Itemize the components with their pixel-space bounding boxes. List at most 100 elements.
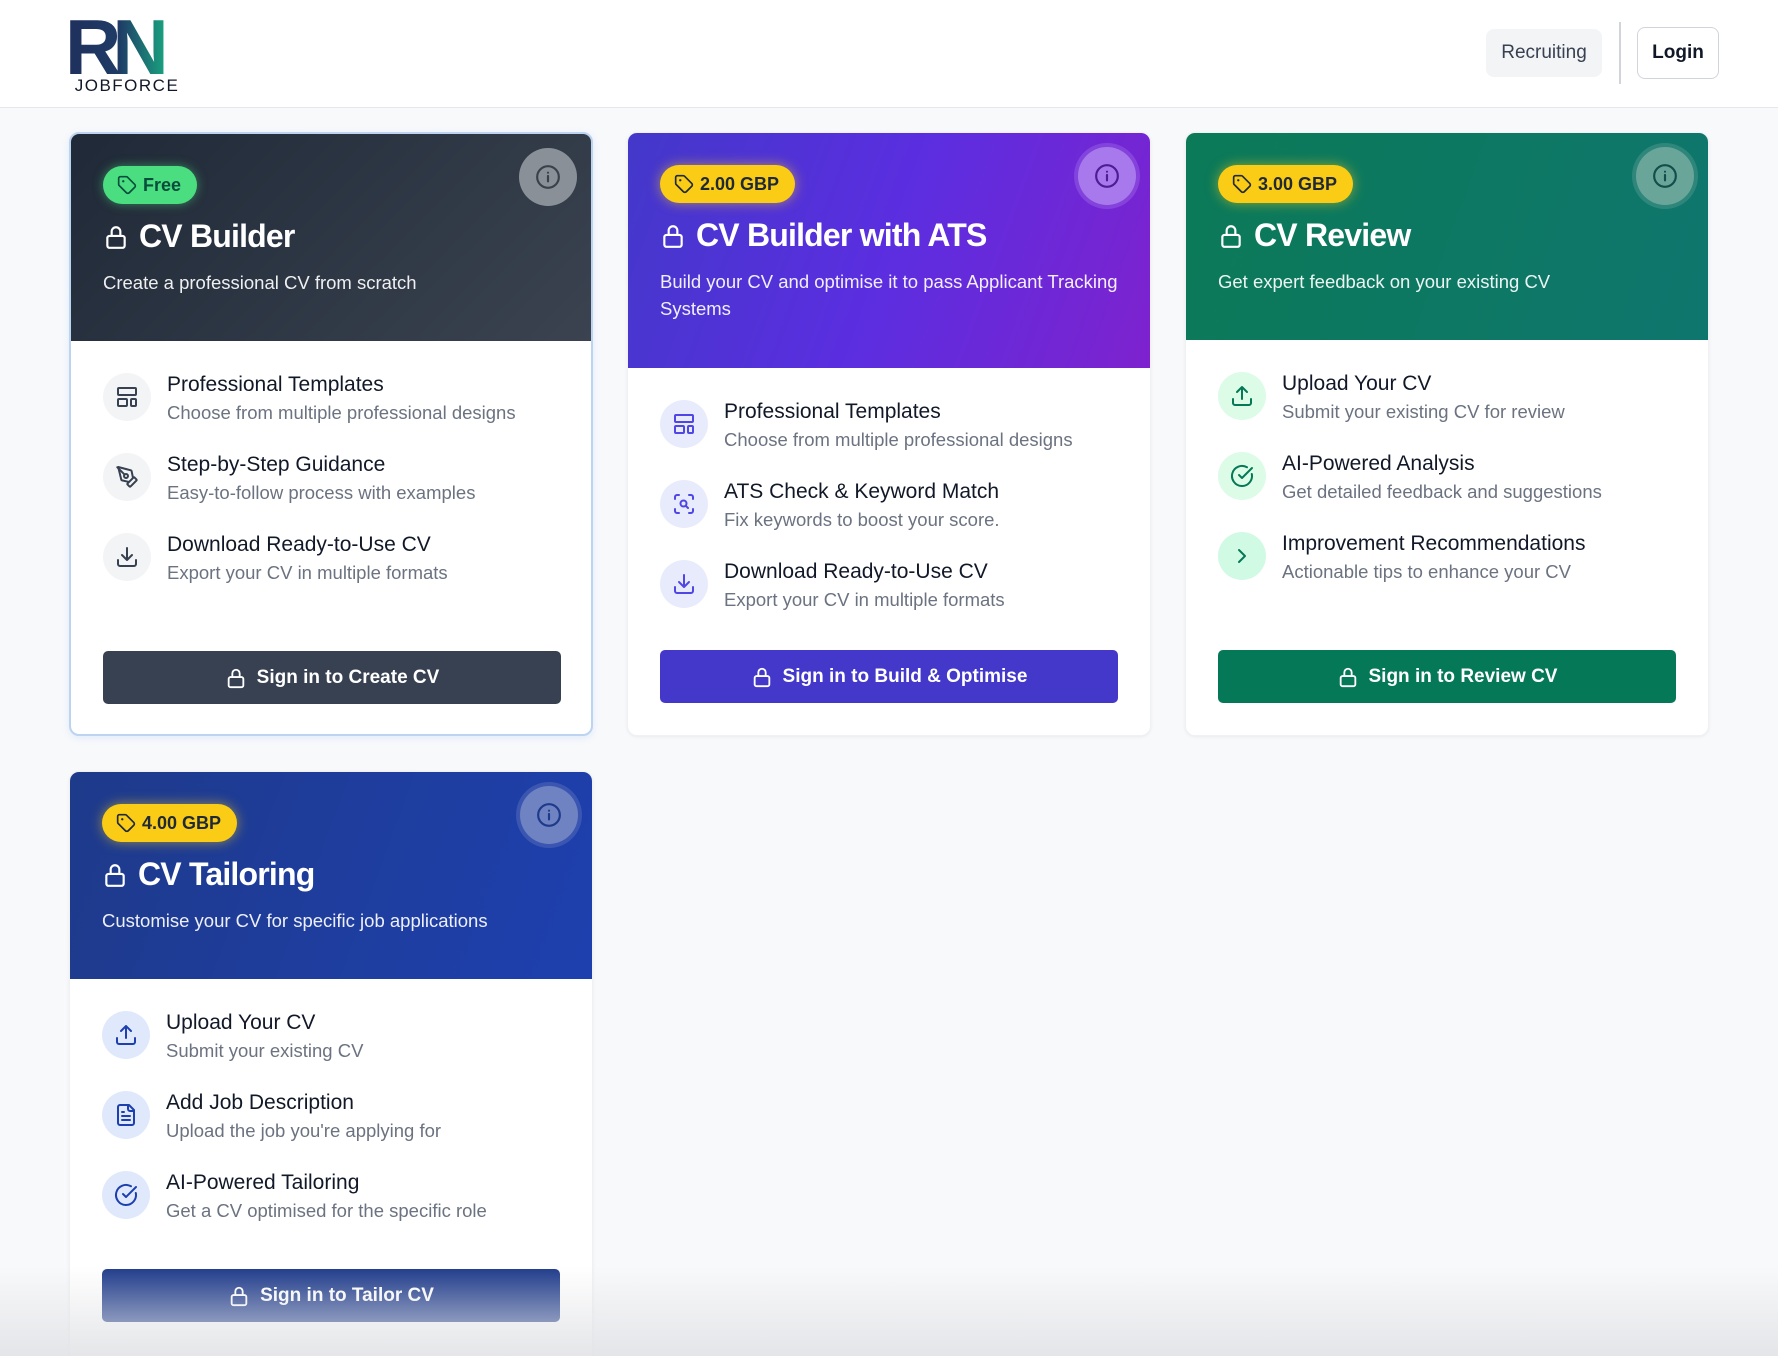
feature-desc: Choose from multiple professional design…: [724, 429, 1073, 450]
feature-item: Step-by-Step Guidance Easy-to-follow pro…: [103, 451, 559, 531]
nav-divider: [1619, 22, 1621, 84]
feature-title: Upload Your CV: [1282, 372, 1432, 395]
feature-list: Professional Templates Choose from multi…: [71, 341, 591, 611]
feature-title: Professional Templates: [167, 373, 384, 396]
download-icon: [660, 560, 708, 608]
tag-icon: [117, 175, 137, 195]
logo-letters: RN: [68, 14, 164, 76]
feature-desc: Export your CV in multiple formats: [167, 562, 448, 583]
feature-desc: Export your CV in multiple formats: [724, 589, 1005, 610]
cv-tailoring-card[interactable]: 4.00 GBP CV Tailoring Customise your CV …: [69, 771, 593, 1356]
upload-icon: [1218, 372, 1266, 420]
feature-item: Add Job Description Upload the job you'r…: [102, 1089, 560, 1169]
feature-desc: Upload the job you're applying for: [166, 1120, 442, 1141]
nav-recruiting-button[interactable]: Recruiting: [1486, 29, 1602, 77]
logo-mark: RN: [68, 14, 173, 76]
lock-icon: [102, 862, 128, 888]
cv-builder-ats-card[interactable]: 2.00 GBP CV Builder with ATS Build your …: [627, 132, 1151, 736]
info-icon: [1652, 163, 1678, 189]
price-badge: 4.00 GBP: [102, 804, 238, 842]
cta-label: Sign in to Build & Optimise: [782, 665, 1028, 687]
file-text-icon: [102, 1091, 150, 1139]
nav-login-button[interactable]: Login: [1637, 27, 1719, 79]
cv-builder-card[interactable]: Free CV Builder Create a professional CV…: [69, 132, 593, 736]
info-button[interactable]: [520, 786, 578, 844]
feature-title: AI-Powered Analysis: [1282, 452, 1475, 475]
info-button[interactable]: [519, 148, 577, 206]
tag-icon: [674, 174, 694, 194]
card-subtitle: Customise your CV for specific job appli…: [102, 910, 488, 931]
price-badge-label: Free: [143, 174, 182, 195]
upload-icon: [102, 1011, 150, 1059]
feature-item: Professional Templates Choose from multi…: [103, 371, 559, 451]
feature-desc: Fix keywords to boost your score.: [724, 509, 1000, 530]
feature-list: Upload Your CV Submit your existing CV f…: [1186, 340, 1708, 610]
check-circle-icon: [1218, 452, 1266, 500]
feature-list: Professional Templates Choose from multi…: [628, 368, 1150, 638]
info-icon: [535, 164, 561, 190]
cv-review-card[interactable]: 3.00 GBP CV Review Get expert feedback o…: [1185, 132, 1709, 736]
lock-icon: [1337, 666, 1359, 688]
feature-title: ATS Check & Keyword Match: [724, 480, 1000, 503]
feature-item: Improvement Recommendations Actionable t…: [1218, 530, 1676, 610]
feature-item: AI-Powered Tailoring Get a CV optimised …: [102, 1169, 560, 1249]
cta-label: Sign in to Review CV: [1368, 665, 1558, 687]
feature-list: Upload Your CV Submit your existing CV A…: [70, 979, 592, 1249]
jobforce-logo[interactable]: RN JOBFORCE: [68, 14, 188, 95]
sign-in-review-cv-button[interactable]: Sign in to Review CV: [1218, 650, 1676, 703]
feature-desc: Actionable tips to enhance your CV: [1282, 561, 1571, 582]
chevron-right-icon: [1218, 532, 1266, 580]
card-title-text: CV Tailoring: [138, 856, 315, 892]
feature-item: Upload Your CV Submit your existing CV f…: [1218, 370, 1676, 450]
card-title-text: CV Builder with ATS: [696, 217, 987, 253]
feature-desc: Submit your existing CV for review: [1282, 401, 1565, 422]
layout-template-icon: [660, 400, 708, 448]
feature-title: Improvement Recommendations: [1282, 532, 1586, 555]
feature-desc: Get a CV optimised for the specific role: [166, 1200, 487, 1221]
layout-template-icon: [103, 373, 151, 421]
feature-title: AI-Powered Tailoring: [166, 1171, 360, 1194]
feature-title: Upload Your CV: [166, 1011, 316, 1034]
card-title-text: CV Builder: [139, 218, 295, 254]
lock-icon: [103, 224, 129, 250]
lock-icon: [228, 1285, 250, 1307]
price-badge-label: 2.00 GBP: [700, 173, 780, 194]
tag-icon: [116, 813, 136, 833]
lock-icon: [660, 223, 686, 249]
tag-icon: [1232, 174, 1252, 194]
feature-item: Download Ready-to-Use CV Export your CV …: [103, 531, 559, 611]
card-subtitle: Get expert feedback on your existing CV: [1218, 271, 1551, 292]
card-title-text: CV Review: [1254, 217, 1411, 253]
top-header: RN JOBFORCE Recruiting Login: [0, 0, 1778, 108]
download-icon: [103, 533, 151, 581]
card-subtitle: Build your CV and optimise it to pass Ap…: [660, 271, 1118, 319]
card-title: CV Builder with ATS: [660, 217, 1118, 254]
sign-in-tailor-cv-button[interactable]: Sign in to Tailor CV: [102, 1269, 560, 1322]
info-button[interactable]: [1078, 147, 1136, 205]
info-button[interactable]: [1636, 147, 1694, 205]
lock-icon: [225, 667, 247, 689]
cta-label: Sign in to Tailor CV: [260, 1284, 434, 1306]
feature-item: Download Ready-to-Use CV Export your CV …: [660, 558, 1118, 638]
price-badge: 3.00 GBP: [1218, 165, 1354, 203]
card-header: 3.00 GBP CV Review Get expert feedback o…: [1186, 133, 1708, 340]
price-badge: 2.00 GBP: [660, 165, 796, 203]
feature-title: Step-by-Step Guidance: [167, 453, 386, 476]
lock-icon: [1218, 223, 1244, 249]
sign-in-create-cv-button[interactable]: Sign in to Create CV: [103, 651, 561, 704]
card-title: CV Review: [1218, 217, 1676, 254]
price-badge-label: 3.00 GBP: [1258, 173, 1338, 194]
card-header: 2.00 GBP CV Builder with ATS Build your …: [628, 133, 1150, 368]
feature-title: Download Ready-to-Use CV: [724, 560, 988, 583]
feature-title: Professional Templates: [724, 400, 941, 423]
card-title: CV Builder: [103, 218, 559, 255]
feature-title: Add Job Description: [166, 1091, 354, 1114]
feature-desc: Get detailed feedback and suggestions: [1282, 481, 1602, 502]
cta-label: Sign in to Create CV: [256, 666, 440, 688]
sign-in-build-optimise-button[interactable]: Sign in to Build & Optimise: [660, 650, 1118, 703]
price-badge: Free: [103, 166, 198, 204]
feature-desc: Choose from multiple professional design…: [167, 402, 516, 423]
card-subtitle: Create a professional CV from scratch: [103, 272, 417, 293]
check-circle-icon: [102, 1171, 150, 1219]
feature-item: Upload Your CV Submit your existing CV: [102, 1009, 560, 1089]
